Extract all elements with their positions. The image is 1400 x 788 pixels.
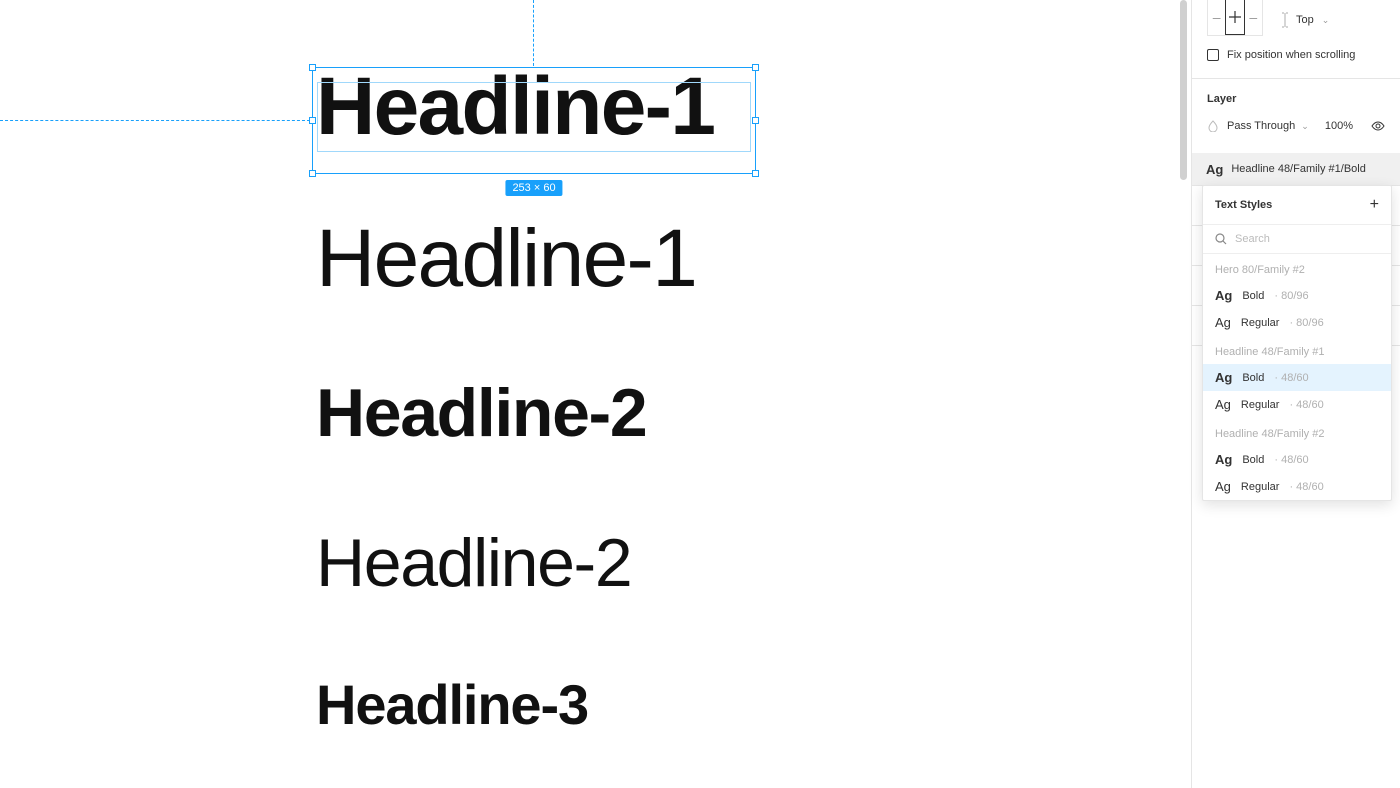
chevron-down-icon: ⌄ <box>1301 121 1309 132</box>
text-style-icon: Ag <box>1215 315 1231 330</box>
text-style-meta: 80/96 <box>1289 317 1323 329</box>
text-style-group-label: Headline 48/Family #2 <box>1203 418 1391 446</box>
text-styles-list: Hero 80/Family #2 Ag Bold 80/96 Ag Regular 80/… <box>1203 254 1391 500</box>
text-style-name: Bold <box>1242 290 1264 302</box>
text-styles-search-input[interactable] <box>1235 233 1379 245</box>
resize-handle-bottom-left[interactable] <box>309 170 316 177</box>
fix-position-row[interactable]: Fix position when scrolling <box>1207 49 1355 61</box>
text-style-meta: 80/96 <box>1274 290 1308 302</box>
text-style-icon: Ag <box>1215 452 1232 467</box>
text-style-name: Regular <box>1241 481 1280 493</box>
text-align-horizontal-group: – – <box>1207 0 1263 36</box>
search-icon <box>1215 233 1227 245</box>
text-style-icon: Ag <box>1206 162 1223 177</box>
selection-dimensions-badge: 253 × 60 <box>505 180 562 196</box>
text-headline-3-bold[interactable]: Headline-3 <box>316 672 588 737</box>
fix-position-checkbox[interactable] <box>1207 49 1219 61</box>
text-align-vertical-dropdown[interactable]: Top ⌄ <box>1280 12 1329 28</box>
resize-handle-top-left[interactable] <box>309 64 316 71</box>
text-style-name: Regular <box>1241 317 1280 329</box>
canvas-scrollbar[interactable] <box>1180 0 1187 180</box>
text-style-item[interactable]: Ag Bold 80/96 <box>1203 282 1391 309</box>
vertical-align-value: Top <box>1296 14 1314 26</box>
design-canvas[interactable]: Headline-1 Headline-1 Headline-2 Headlin… <box>0 0 1190 788</box>
text-style-name: Regular <box>1241 399 1280 411</box>
text-style-meta: 48/60 <box>1289 481 1323 493</box>
resize-handle-top-right[interactable] <box>752 64 759 71</box>
text-align-left-button[interactable]: – <box>1208 0 1225 35</box>
text-style-item[interactable]: Ag Regular 48/60 <box>1203 391 1391 418</box>
text-style-name: Bold <box>1242 454 1264 466</box>
text-cursor-icon <box>1280 12 1290 28</box>
blend-mode-icon <box>1207 120 1219 132</box>
properties-panel: – – Top ⌄ Fix position when scrolling La… <box>1191 0 1400 788</box>
text-headline-2-regular[interactable]: Headline-2 <box>316 524 631 602</box>
alignment-guide-horizontal <box>0 120 310 121</box>
text-style-group-label: Headline 48/Family #1 <box>1203 336 1391 364</box>
text-styles-search[interactable] <box>1203 224 1391 254</box>
text-style-meta: 48/60 <box>1274 454 1308 466</box>
create-text-style-button[interactable]: + <box>1370 196 1379 214</box>
selection-bounding-box[interactable]: 253 × 60 <box>312 67 756 174</box>
layer-opacity-value[interactable]: 100% <box>1325 120 1353 132</box>
resize-handle-bottom-right[interactable] <box>752 170 759 177</box>
alignment-guide-vertical <box>533 0 534 66</box>
text-headline-2-bold[interactable]: Headline-2 <box>316 374 646 452</box>
layer-section: Layer Pass Through ⌄ 100% <box>1192 78 1400 143</box>
resize-handle-middle-left[interactable] <box>309 117 316 124</box>
text-baseline-box <box>317 82 751 152</box>
text-style-item[interactable]: Ag Regular 80/96 <box>1203 309 1391 336</box>
text-align-right-button[interactable]: – <box>1245 0 1262 35</box>
text-style-item[interactable]: Ag Bold 48/60 <box>1203 446 1391 473</box>
resize-handle-middle-right[interactable] <box>752 117 759 124</box>
text-style-item[interactable]: Ag Bold 48/60 <box>1203 364 1391 391</box>
text-align-center-button[interactable] <box>1225 0 1244 35</box>
chevron-down-icon: ⌄ <box>1322 15 1330 26</box>
applied-text-style-row[interactable]: Ag Headline 48/Family #1/Bold <box>1192 153 1400 185</box>
text-style-meta: 48/60 <box>1274 372 1308 384</box>
fix-position-label: Fix position when scrolling <box>1227 49 1355 61</box>
text-style-meta: 48/60 <box>1289 399 1323 411</box>
text-style-name: Bold <box>1242 372 1264 384</box>
visibility-toggle[interactable] <box>1371 119 1385 133</box>
text-style-icon: Ag <box>1215 370 1232 385</box>
text-styles-title: Text Styles <box>1215 199 1272 211</box>
blend-mode-value: Pass Through <box>1227 120 1295 132</box>
text-style-icon: Ag <box>1215 288 1232 303</box>
text-style-item[interactable]: Ag Regular 48/60 <box>1203 473 1391 500</box>
text-style-group-label: Hero 80/Family #2 <box>1203 254 1391 282</box>
text-style-icon: Ag <box>1215 479 1231 494</box>
plus-icon <box>1228 10 1242 24</box>
blend-mode-dropdown[interactable]: Pass Through ⌄ <box>1227 120 1309 132</box>
applied-text-style-name: Headline 48/Family #1/Bold <box>1231 163 1366 175</box>
eye-icon <box>1371 119 1385 133</box>
layer-section-title: Layer <box>1207 93 1385 105</box>
text-styles-popover: Text Styles + Hero 80/Family #2 Ag Bold 80/… <box>1202 185 1392 501</box>
text-headline-1-regular[interactable]: Headline-1 <box>316 212 696 306</box>
text-style-icon: Ag <box>1215 397 1231 412</box>
